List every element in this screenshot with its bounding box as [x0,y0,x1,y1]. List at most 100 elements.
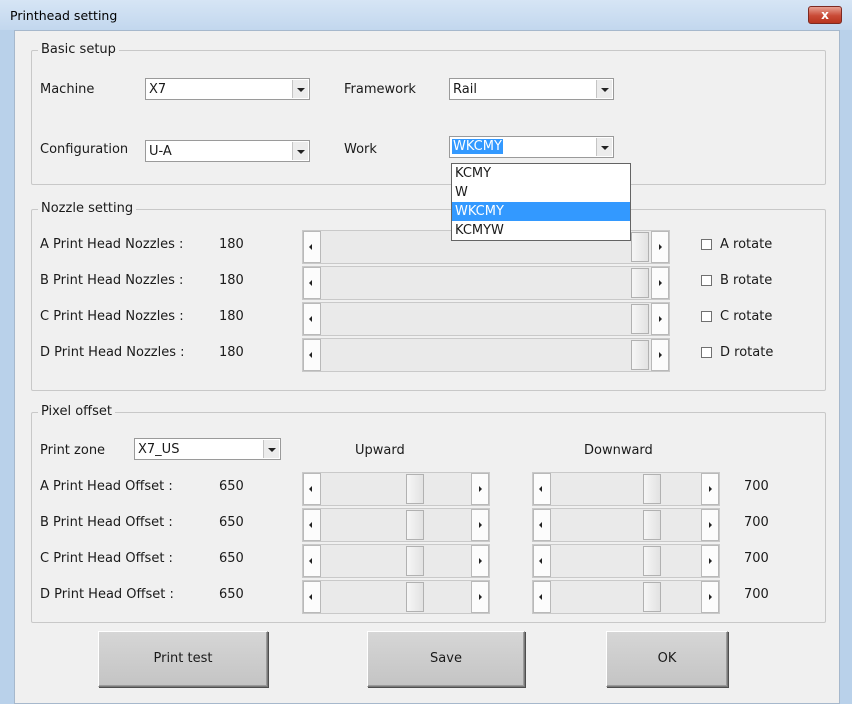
a-rotate-label: A rotate [720,237,773,252]
offset-a-upward-scrollbar[interactable] [302,472,490,506]
pixel-offset-group: Pixel offset Print zone X7_US Upward Dow… [31,404,826,623]
scroll-left-icon[interactable] [533,545,551,577]
downward-header: Downward [584,443,653,458]
work-option-w[interactable]: W [452,183,630,202]
checkbox-box[interactable] [701,311,712,322]
scrollbar-thumb[interactable] [631,304,649,334]
chevron-down-icon[interactable] [596,138,612,156]
framework-label: Framework [344,82,416,97]
window-title: Printhead setting [10,8,118,23]
work-combo[interactable]: WKCMY [449,136,614,158]
checkbox-box[interactable] [701,347,712,358]
offset-a-label: A Print Head Offset : [40,479,173,494]
nozzle-d-scrollbar[interactable] [302,338,670,372]
scrollbar-thumb[interactable] [406,474,424,504]
scroll-right-icon[interactable] [701,509,719,541]
scroll-right-icon[interactable] [701,545,719,577]
offset-d-upward-value: 650 [219,587,244,602]
offset-b-downward-scrollbar[interactable] [532,508,720,542]
scrollbar-thumb[interactable] [643,546,661,576]
checkbox-box[interactable] [701,239,712,250]
work-dropdown-list[interactable]: KCMY W WKCMY KCMYW [451,163,631,241]
scroll-right-icon[interactable] [471,509,489,541]
configuration-label: Configuration [40,142,129,157]
scroll-left-icon[interactable] [303,509,321,541]
offset-c-upward-scrollbar[interactable] [302,544,490,578]
b-rotate-label: B rotate [720,273,773,288]
scroll-right-icon[interactable] [471,545,489,577]
offset-b-downward-value: 700 [744,515,769,530]
nozzle-a-label: A Print Head Nozzles : [40,237,184,252]
scrollbar-thumb[interactable] [406,582,424,612]
scrollbar-thumb[interactable] [643,582,661,612]
save-button[interactable]: Save [367,631,525,687]
d-rotate-label: D rotate [720,345,774,360]
machine-combo[interactable]: X7 [145,78,310,100]
pixel-offset-legend: Pixel offset [38,404,115,419]
upward-header: Upward [355,443,405,458]
offset-d-downward-scrollbar[interactable] [532,580,720,614]
scroll-left-icon[interactable] [533,581,551,613]
offset-c-downward-value: 700 [744,551,769,566]
ok-button[interactable]: OK [606,631,728,687]
title-bar: Printhead setting x [0,0,852,30]
scroll-left-icon[interactable] [303,339,321,371]
scroll-right-icon[interactable] [651,267,669,299]
chevron-down-icon[interactable] [292,142,308,160]
nozzle-c-value: 180 [219,309,244,324]
scroll-left-icon[interactable] [303,267,321,299]
offset-c-downward-scrollbar[interactable] [532,544,720,578]
offset-c-label: C Print Head Offset : [40,551,173,566]
close-icon: x [821,8,829,22]
nozzle-b-label: B Print Head Nozzles : [40,273,184,288]
basic-setup-group: Basic setup Machine X7 Framework Rail Co… [31,42,826,185]
scroll-left-icon[interactable] [303,581,321,613]
chevron-down-icon[interactable] [292,80,308,98]
work-option-kcmy[interactable]: KCMY [452,164,630,183]
scrollbar-thumb[interactable] [631,232,649,262]
nozzle-c-scrollbar[interactable] [302,302,670,336]
machine-value: X7 [149,82,167,97]
offset-b-upward-scrollbar[interactable] [302,508,490,542]
nozzle-d-label: D Print Head Nozzles : [40,345,185,360]
scrollbar-thumb[interactable] [643,474,661,504]
close-button[interactable]: x [808,6,842,24]
nozzle-b-scrollbar[interactable] [302,266,670,300]
nozzle-b-value: 180 [219,273,244,288]
scroll-left-icon[interactable] [303,473,321,505]
print-test-button[interactable]: Print test [98,631,268,687]
print-zone-combo[interactable]: X7_US [134,438,281,460]
scroll-left-icon[interactable] [303,303,321,335]
scroll-right-icon[interactable] [471,473,489,505]
work-value: WKCMY [452,139,503,154]
chevron-down-icon[interactable] [596,80,612,98]
work-option-kcmyw[interactable]: KCMYW [452,221,630,240]
scroll-right-icon[interactable] [471,581,489,613]
offset-a-downward-scrollbar[interactable] [532,472,720,506]
c-rotate-label: C rotate [720,309,773,324]
offset-a-upward-value: 650 [219,479,244,494]
scroll-left-icon[interactable] [303,545,321,577]
scrollbar-thumb[interactable] [643,510,661,540]
scrollbar-thumb[interactable] [631,268,649,298]
offset-d-upward-scrollbar[interactable] [302,580,490,614]
scrollbar-thumb[interactable] [406,510,424,540]
scroll-right-icon[interactable] [651,231,669,263]
work-option-wkcmy[interactable]: WKCMY [452,202,630,221]
scrollbar-thumb[interactable] [631,340,649,370]
checkbox-box[interactable] [701,275,712,286]
scroll-right-icon[interactable] [651,339,669,371]
scroll-right-icon[interactable] [701,473,719,505]
scroll-left-icon[interactable] [533,473,551,505]
scroll-right-icon[interactable] [651,303,669,335]
chevron-down-icon[interactable] [263,440,279,458]
offset-b-upward-value: 650 [219,515,244,530]
scroll-left-icon[interactable] [533,509,551,541]
scroll-right-icon[interactable] [701,581,719,613]
nozzle-setting-legend: Nozzle setting [38,201,137,216]
scrollbar-thumb[interactable] [406,546,424,576]
scroll-left-icon[interactable] [303,231,321,263]
configuration-combo[interactable]: U-A [145,140,310,162]
framework-combo[interactable]: Rail [449,78,614,100]
print-zone-label: Print zone [40,443,106,458]
